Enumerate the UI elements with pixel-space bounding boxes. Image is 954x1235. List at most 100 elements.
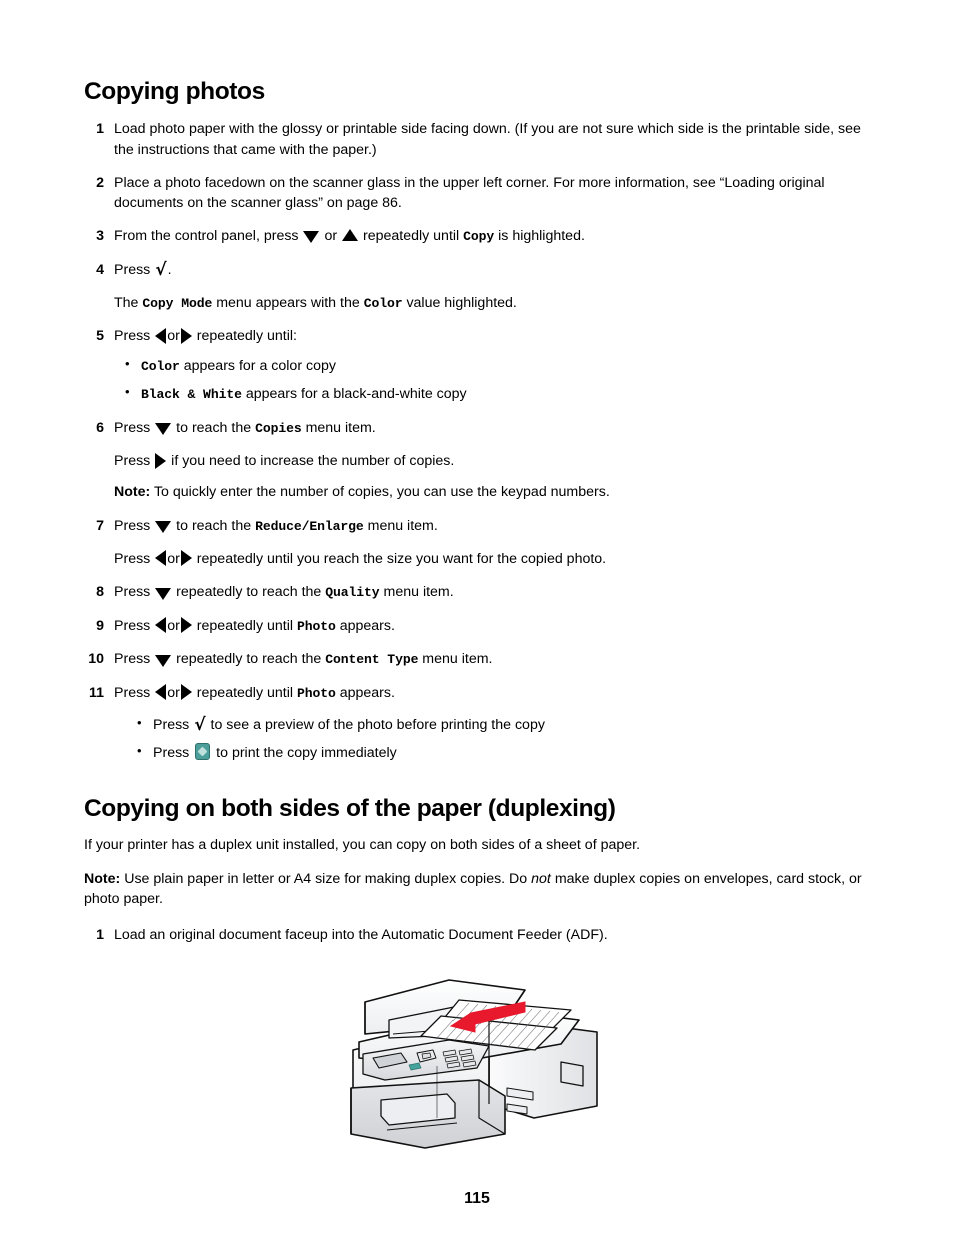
step-text-part: . <box>167 261 172 278</box>
step-text-part: menu item. <box>367 517 438 534</box>
list-item: Press to print the copy immediately <box>126 742 874 763</box>
arrow-down-icon <box>155 520 172 533</box>
list-item: Color appears for a color copy <box>114 355 874 377</box>
step-text-part: Press <box>114 584 151 601</box>
step-text-part: repeatedly until: <box>196 328 297 345</box>
arrow-left-icon <box>155 327 167 344</box>
step-number: 1 <box>96 926 104 943</box>
bullet-text: to see a preview of the photo before pri… <box>210 716 545 733</box>
step-item-5: 5 Press or repeatedly until: Color appea… <box>84 326 874 404</box>
step-text-part: Press <box>114 419 151 436</box>
step-text-part: Press <box>114 617 151 634</box>
step-text-part: repeatedly until <box>196 685 294 702</box>
menu-term: Photo <box>296 686 336 702</box>
arrow-down-icon <box>155 654 172 667</box>
step-text-part: repeatedly until <box>196 617 294 634</box>
page-title-copying-duplexing: Copying on both sides of the paper (dupl… <box>84 794 616 822</box>
arrow-right-icon <box>155 452 167 469</box>
arrow-up-icon <box>342 229 359 242</box>
menu-term: Color <box>141 358 180 374</box>
step-text-part: if you need to increase the number of co… <box>171 453 455 470</box>
step-number: 9 <box>96 617 104 634</box>
bullet-list: Press √ to see a preview of the photo be… <box>126 714 874 763</box>
step-subtext: Press if you need to increase the number… <box>114 451 874 471</box>
step-item-4: 4 Press √. The Copy Mode menu appears wi… <box>84 260 874 314</box>
arrow-left-icon <box>155 684 167 701</box>
step-text-part: menu appears with the <box>216 294 360 311</box>
step-item-8: 8 Press repeatedly to reach the Quality … <box>84 582 874 603</box>
menu-term: Black & White <box>141 387 242 403</box>
menu-term: Reduce/Enlarge <box>255 518 364 534</box>
step-item-3: 3 From the control panel, press or repea… <box>84 226 874 247</box>
arrow-left-icon <box>155 617 167 634</box>
note-text-part: Use plain paper in letter or A4 size for… <box>124 870 528 887</box>
step-text: From the control panel, press or repeate… <box>114 226 874 247</box>
step-subtext: The Copy Mode menu appears with the Colo… <box>114 293 874 314</box>
step-text: Press to reach the Reduce/Enlarge menu i… <box>114 516 874 537</box>
document-page: Copying photos 1 Load photo paper with t… <box>0 0 954 1235</box>
bullet-text: appears for a black-and-white copy <box>245 386 467 403</box>
page-content: Copying photos 1 Load photo paper with t… <box>84 78 874 1163</box>
step-number: 2 <box>96 174 104 191</box>
step-text: Press or repeatedly until Photo appears. <box>114 616 874 637</box>
steps-list-duplexing: 1 Load an original document faceup into … <box>84 925 874 945</box>
step-text-part: Press <box>114 651 151 668</box>
note-emphasis: not <box>531 870 551 887</box>
step-number: 3 <box>96 228 104 245</box>
step-number: 5 <box>96 328 104 345</box>
step-text-part: menu item. <box>305 419 376 436</box>
step-text-part: repeatedly to reach the <box>176 651 322 668</box>
step-text-part: Press <box>114 517 151 534</box>
step-text-part: to reach the <box>176 419 252 436</box>
menu-term: Copy Mode <box>142 295 213 311</box>
bullet-text: appears for a color copy <box>183 357 336 374</box>
list-item: Black & White appears for a black-and-wh… <box>114 383 874 405</box>
step-item-11: 11 Press or repeatedly until Photo appea… <box>84 683 874 763</box>
menu-term: Quality <box>325 585 380 601</box>
step-text-part: appears. <box>339 617 395 634</box>
menu-term: Copies <box>255 420 302 436</box>
step-text: Place a photo facedown on the scanner gl… <box>114 174 825 211</box>
bullet-text: Press <box>153 716 190 733</box>
step-number: 4 <box>96 261 104 278</box>
menu-term: Photo <box>296 618 336 634</box>
step-item-9: 9 Press or repeatedly until Photo appear… <box>84 616 874 637</box>
arrow-right-icon <box>180 617 192 634</box>
menu-term: Color <box>363 295 403 311</box>
arrow-right-icon <box>180 684 192 701</box>
step-item-2: 2 Place a photo facedown on the scanner … <box>84 173 874 213</box>
step-text-part: From the control panel, press <box>114 228 299 245</box>
step-text-part: or <box>167 328 180 345</box>
steps-list-copying-photos: 1 Load photo paper with the glossy or pr… <box>84 119 874 763</box>
menu-term: Content Type <box>325 652 419 668</box>
duplex-note: Note: Use plain paper in letter or A4 si… <box>84 869 874 909</box>
note-label: Note: <box>84 870 121 887</box>
step-number: 10 <box>88 651 104 668</box>
step-text: Press or repeatedly until: <box>114 326 874 346</box>
step-text-part: or <box>324 228 338 245</box>
arrow-right-icon <box>180 327 192 344</box>
bullet-text: Press <box>153 744 190 761</box>
list-item: Press √ to see a preview of the photo be… <box>126 714 874 735</box>
step-text-part: to reach the <box>176 517 252 534</box>
step-text-part: The <box>114 294 139 311</box>
step-text-part: Press <box>114 328 151 345</box>
printer-adf-illustration <box>84 958 874 1163</box>
step-text-part: Press <box>114 685 151 702</box>
step-text-part: or <box>167 551 180 568</box>
note-text: To quickly enter the number of copies, y… <box>153 484 610 501</box>
arrow-left-icon <box>155 550 167 567</box>
step-item-6: 6 Press to reach the Copies menu item. P… <box>84 418 874 503</box>
step-text-part: appears. <box>339 685 395 702</box>
page-title-copying-photos: Copying photos <box>84 78 265 105</box>
step-text: Load an original document faceup into th… <box>114 926 608 943</box>
step-text-part: or <box>167 685 180 702</box>
step-number: 8 <box>96 584 104 601</box>
step-text: Press repeatedly to reach the Content Ty… <box>114 649 874 670</box>
arrow-right-icon <box>180 550 192 567</box>
step-item-1: 1 Load photo paper with the glossy or pr… <box>84 119 874 159</box>
arrow-down-icon <box>155 587 172 600</box>
step-note: Note: To quickly enter the number of cop… <box>114 482 874 502</box>
step-text-part: Press <box>114 261 151 278</box>
step-number: 11 <box>89 685 104 702</box>
